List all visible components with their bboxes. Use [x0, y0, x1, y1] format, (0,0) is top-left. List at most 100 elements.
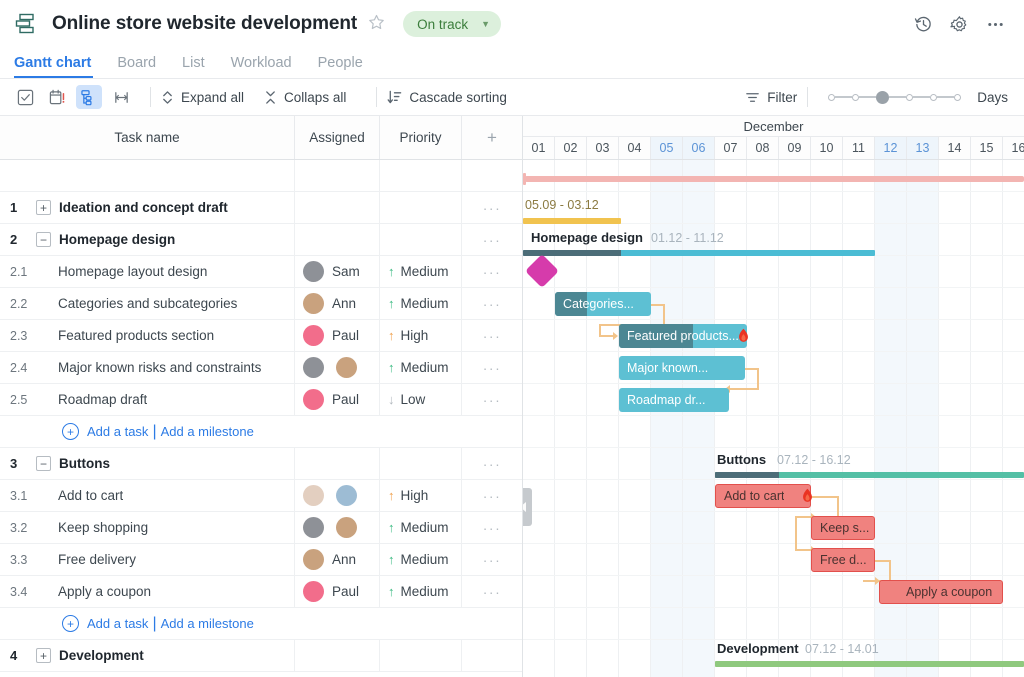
task-bar-roadmap-draft[interactable]: Roadmap dr...: [619, 388, 729, 412]
table-row[interactable]: 3 − Buttons ···: [0, 448, 522, 480]
history-clock-icon[interactable]: [910, 11, 936, 37]
task-bar-featured-products[interactable]: Featured products...: [619, 324, 747, 348]
day-col-05[interactable]: 05: [651, 137, 683, 159]
add-task-link[interactable]: Add a task: [87, 424, 148, 439]
zoom-step-0[interactable]: [828, 94, 835, 101]
avatar[interactable]: [303, 261, 324, 282]
day-col-11[interactable]: 11: [843, 137, 875, 159]
assigned-cell[interactable]: Ann: [295, 544, 380, 575]
plus-circle-icon[interactable]: +: [62, 423, 79, 440]
day-col-01[interactable]: 01: [523, 137, 555, 159]
zoom-step-5[interactable]: [954, 94, 961, 101]
day-col-13[interactable]: 13: [907, 137, 939, 159]
row-more-button[interactable]: ···: [462, 480, 522, 511]
row-more-button[interactable]: ···: [462, 544, 522, 575]
avatar[interactable]: [303, 389, 324, 410]
column-header-task-name[interactable]: Task name: [0, 116, 295, 159]
add-task-link[interactable]: Add a task: [87, 616, 148, 631]
day-col-10[interactable]: 10: [811, 137, 843, 159]
day-col-12[interactable]: 12: [875, 137, 907, 159]
column-header-priority[interactable]: Priority: [380, 116, 462, 159]
day-col-03[interactable]: 03: [587, 137, 619, 159]
avatar[interactable]: [336, 485, 357, 506]
priority-cell[interactable]: [380, 224, 462, 255]
task-bar-apply-a-coupon[interactable]: Apply a coupon: [879, 580, 1003, 604]
expander-toggle[interactable]: +: [36, 200, 51, 215]
table-row[interactable]: 3.3 Free delivery Ann ↑Medium ···: [0, 544, 522, 576]
avatar[interactable]: [303, 293, 324, 314]
zoom-step-4[interactable]: [930, 94, 937, 101]
row-more-button[interactable]: ···: [462, 224, 522, 255]
row-more-button[interactable]: ···: [462, 576, 522, 607]
table-row[interactable]: 2.3 Featured products section Paul ↑High…: [0, 320, 522, 352]
row-more-button[interactable]: ···: [462, 448, 522, 479]
task-bar-add-to-cart[interactable]: Add to cart: [715, 484, 811, 508]
expander-toggle[interactable]: −: [36, 456, 51, 471]
row-more-button[interactable]: ···: [462, 288, 522, 319]
dependency-link-icon[interactable]: [108, 85, 134, 109]
task-bar-free-delivery[interactable]: Free d...: [811, 548, 875, 572]
priority-cell[interactable]: [380, 640, 462, 671]
day-col-02[interactable]: 02: [555, 137, 587, 159]
priority-cell[interactable]: ↑Medium: [380, 544, 462, 575]
avatar[interactable]: [303, 325, 324, 346]
table-row[interactable]: 2.4 Major known risks and constraints ↑M…: [0, 352, 522, 384]
priority-cell[interactable]: ↑Medium: [380, 512, 462, 543]
zoom-scale-slider[interactable]: [828, 91, 961, 104]
avatar[interactable]: [303, 581, 324, 602]
calendar-alert-icon[interactable]: [44, 85, 70, 109]
assigned-cell[interactable]: Paul: [295, 384, 380, 415]
day-col-15[interactable]: 15: [971, 137, 1003, 159]
assigned-cell[interactable]: [295, 224, 380, 255]
assigned-cell[interactable]: [295, 640, 380, 671]
cascade-sorting-button[interactable]: Cascade sorting: [387, 90, 507, 105]
assigned-cell[interactable]: [295, 480, 380, 511]
table-row[interactable]: 3.1 Add to cart ↑High ···: [0, 480, 522, 512]
avatar[interactable]: [303, 485, 324, 506]
plus-circle-icon[interactable]: +: [62, 615, 79, 632]
avatar[interactable]: [303, 357, 324, 378]
tab-board[interactable]: Board: [117, 55, 170, 78]
ellipsis-icon[interactable]: [982, 11, 1008, 37]
tab-gantt-chart[interactable]: Gantt chart: [14, 55, 105, 78]
task-bar-major-known[interactable]: Major known...: [619, 356, 745, 380]
assigned-cell[interactable]: Paul: [295, 576, 380, 607]
task-bar-categories[interactable]: Categories...: [555, 292, 651, 316]
ideation-summary-bar[interactable]: [523, 218, 621, 224]
assigned-cell[interactable]: [295, 192, 380, 223]
table-row[interactable]: 3.4 Apply a coupon Paul ↑Medium ···: [0, 576, 522, 608]
table-row[interactable]: 2.2 Categories and subcategories Ann ↑Me…: [0, 288, 522, 320]
priority-cell[interactable]: ↑High: [380, 480, 462, 511]
table-row[interactable]: 2.5 Roadmap draft Paul ↓Low ···: [0, 384, 522, 416]
priority-cell[interactable]: ↑Medium: [380, 576, 462, 607]
tab-list[interactable]: List: [182, 55, 219, 78]
expand-all-button[interactable]: Expand all: [161, 90, 244, 105]
assigned-cell[interactable]: [295, 512, 380, 543]
table-row[interactable]: 1 + Ideation and concept draft ···: [0, 192, 522, 224]
day-col-06[interactable]: 06: [683, 137, 715, 159]
add-milestone-link[interactable]: Add a milestone: [161, 616, 254, 631]
add-milestone-link[interactable]: Add a milestone: [161, 424, 254, 439]
day-col-14[interactable]: 14: [939, 137, 971, 159]
day-col-09[interactable]: 09: [779, 137, 811, 159]
row-more-button[interactable]: ···: [462, 320, 522, 351]
tab-people[interactable]: People: [318, 55, 377, 78]
avatar[interactable]: [303, 517, 324, 538]
assigned-cell[interactable]: Sam: [295, 256, 380, 287]
day-col-16[interactable]: 16: [1003, 137, 1024, 159]
avatar[interactable]: [303, 549, 324, 570]
row-more-button[interactable]: ···: [462, 352, 522, 383]
priority-cell[interactable]: [380, 192, 462, 223]
hierarchy-icon[interactable]: [76, 85, 102, 109]
assigned-cell[interactable]: Paul: [295, 320, 380, 351]
row-more-button[interactable]: [462, 640, 522, 671]
priority-cell[interactable]: ↑Medium: [380, 352, 462, 383]
expander-toggle[interactable]: −: [36, 232, 51, 247]
favorite-star-icon[interactable]: [368, 14, 385, 34]
tab-workload[interactable]: Workload: [231, 55, 306, 78]
row-more-button[interactable]: ···: [462, 256, 522, 287]
assigned-cell[interactable]: [295, 448, 380, 479]
project-bar[interactable]: [525, 176, 1024, 182]
row-more-button[interactable]: ···: [462, 512, 522, 543]
priority-cell[interactable]: ↑High: [380, 320, 462, 351]
